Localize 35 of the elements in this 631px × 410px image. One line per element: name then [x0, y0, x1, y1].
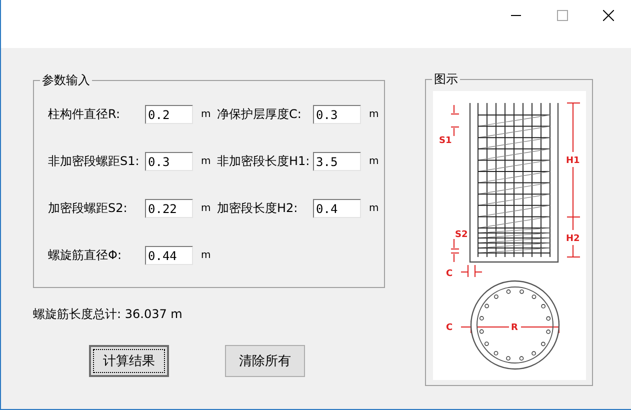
field-label: 净保护层厚度C:	[217, 106, 302, 123]
input-field[interactable]: 3.5	[313, 152, 361, 171]
maximize-icon	[556, 10, 568, 20]
unit-label: m	[368, 156, 380, 167]
group-title: 参数输入	[40, 73, 92, 87]
close-icon	[602, 10, 614, 20]
unit-label: m	[200, 109, 212, 120]
field-label: 非加密段长度H1:	[217, 153, 311, 170]
input-field[interactable]: 0.3	[313, 105, 361, 124]
input-field[interactable]: 0.44	[145, 246, 193, 265]
input-field[interactable]: 0.22	[145, 199, 193, 218]
input-field[interactable]: 0.2	[145, 105, 193, 124]
dimension-label: C	[446, 269, 453, 279]
dimension-label: S1	[439, 136, 452, 146]
dimension-label: H1	[566, 156, 580, 166]
unit-label: m	[200, 156, 212, 167]
command-button[interactable]: 计算结果	[89, 345, 169, 377]
dimension-label: R	[511, 323, 518, 333]
result-text: 螺旋筋长度总计: 36.037 m	[33, 306, 184, 323]
unit-label: m	[200, 203, 212, 214]
unit-label: m	[368, 203, 380, 214]
unit-label: m	[368, 109, 380, 120]
field-label: 加密段长度H2:	[217, 200, 299, 217]
unit-label: m	[200, 250, 212, 261]
input-field[interactable]: 0.3	[145, 152, 193, 171]
field-label: 加密段螺距S2:	[48, 200, 128, 217]
field-label: 螺旋筋直径Φ:	[48, 247, 122, 264]
command-button[interactable]: 清除所有	[225, 345, 305, 377]
dimension-label: H2	[566, 234, 580, 244]
field-label: 非加密段螺距S1:	[48, 153, 140, 170]
input-field[interactable]: 0.4	[313, 199, 361, 218]
group-title: 图示	[432, 72, 460, 86]
dimension-label: S2	[455, 230, 468, 240]
field-label: 柱构件直径R:	[48, 106, 122, 123]
dimension-label: C	[446, 323, 453, 333]
